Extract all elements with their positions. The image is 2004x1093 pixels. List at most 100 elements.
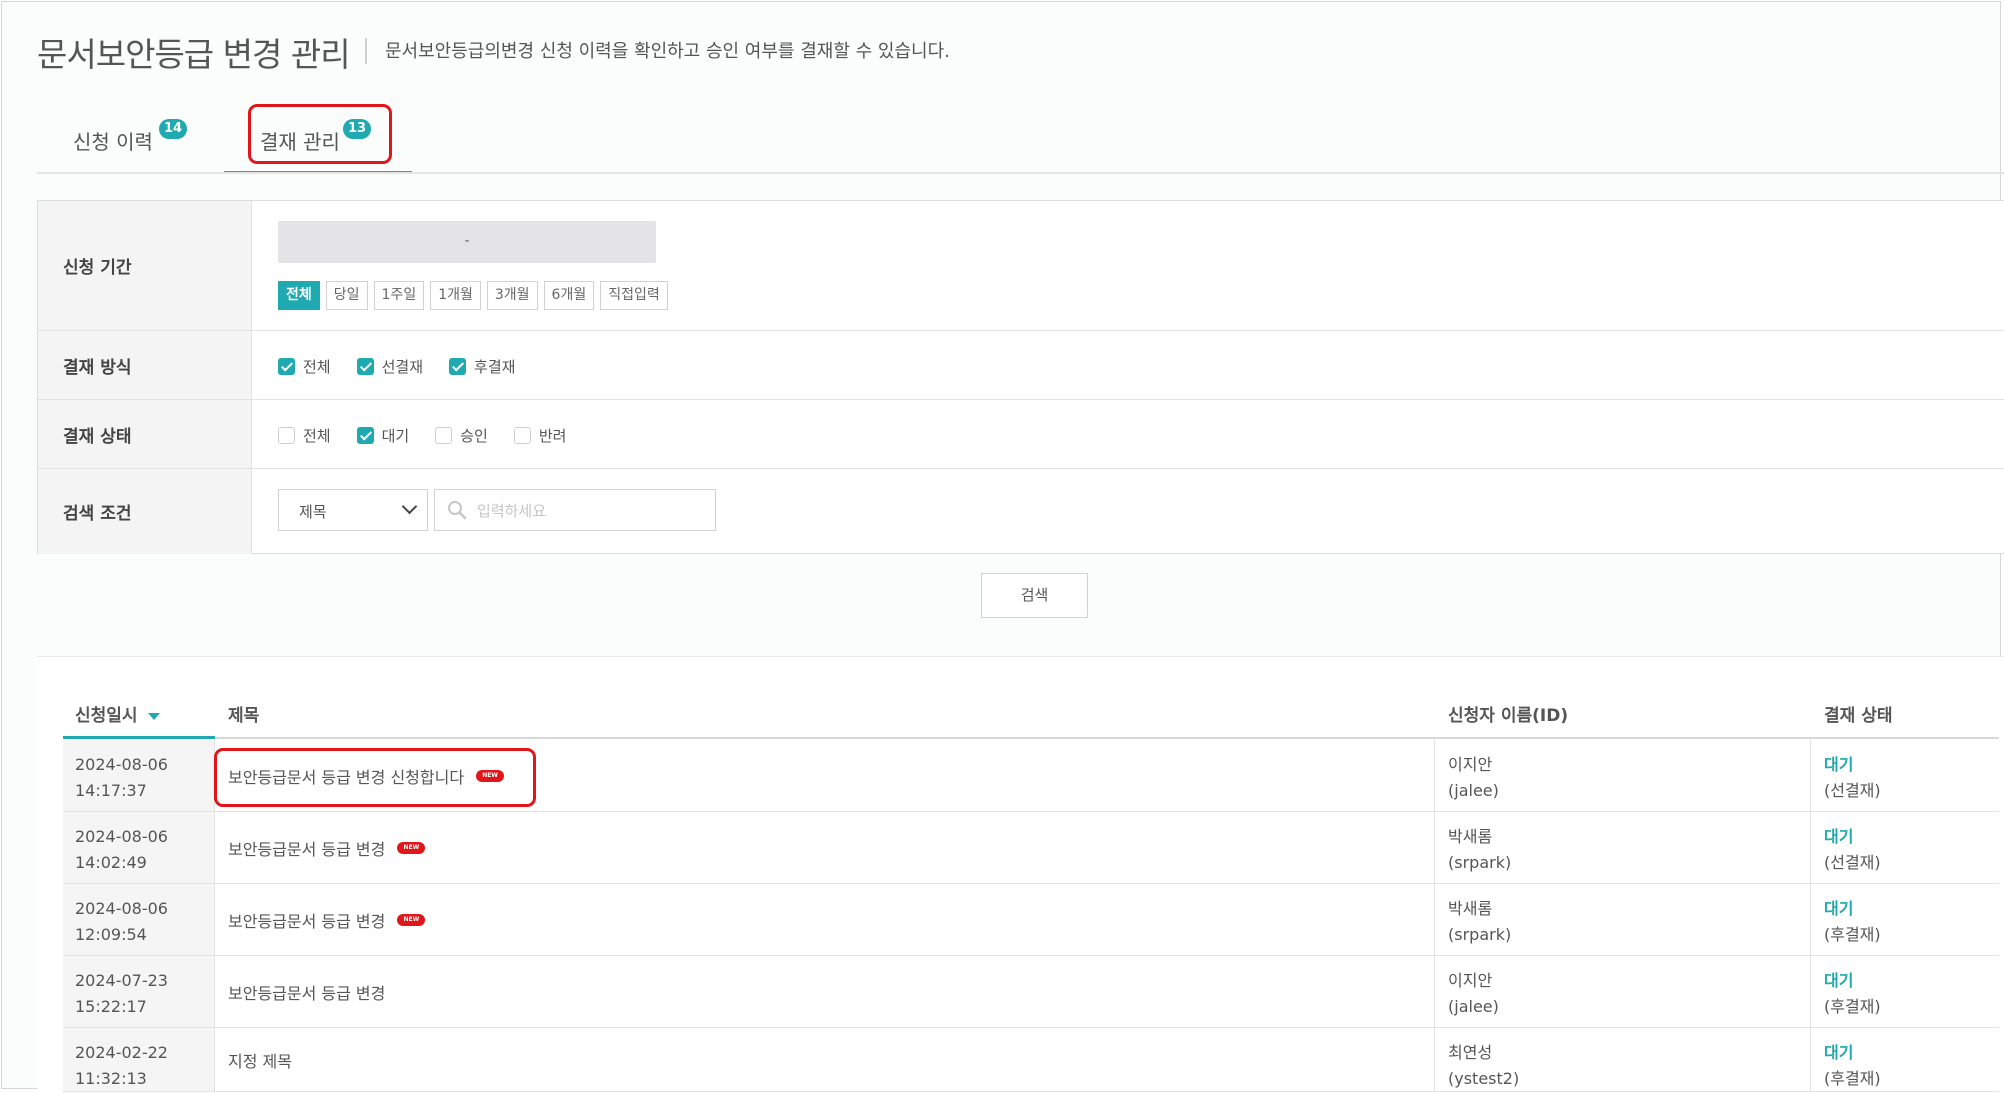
applicant-id: (jalee) [1448, 997, 1499, 1016]
checkbox-unchecked[interactable] [513, 427, 531, 444]
title-link[interactable]: 보안등급문서 등급 변경 [228, 836, 385, 860]
period-button-group: 전체 당일 1주일 1개월 3개월 6개월 직접입력 [278, 281, 668, 310]
filter-row-condition: 검색 조건 제목 [38, 469, 2004, 554]
table-header: 신청일시 제목 신청자 이름(ID) 결재 상태 [63, 683, 1999, 739]
status-cell: 대기 (선결재) [1811, 740, 1999, 811]
method-checkbox-post-approval[interactable]: 후결재 [449, 356, 515, 377]
state-checkbox-rejected[interactable]: 반려 [513, 425, 567, 446]
table-row[interactable]: 2024-08-06 12:09:54 보안등급문서 등급 변경 NEW 박새롬 (s… [63, 884, 1999, 956]
checkbox-label: 전체 [303, 427, 331, 445]
period-button-1-month[interactable]: 1개월 [430, 281, 481, 310]
checkbox-unchecked[interactable] [435, 427, 453, 444]
title-link[interactable]: 보안등급문서 등급 변경 신청합니다 [228, 764, 464, 788]
column-header-status: 결재 상태 [1824, 706, 1893, 726]
method-checkbox-all[interactable]: 전체 [278, 356, 331, 377]
period-button-custom[interactable]: 직접입력 [600, 281, 668, 310]
checkbox-label: 선결재 [381, 358, 424, 376]
tab-approval-management[interactable]: 결재 관리 13 [224, 102, 412, 174]
period-button-today[interactable]: 당일 [325, 281, 368, 310]
date-text: 2024-08-06 [75, 827, 168, 846]
checkbox-checked[interactable] [449, 358, 467, 375]
checkbox-label: 후결재 [474, 358, 516, 376]
period-button-6-months[interactable]: 6개월 [543, 281, 595, 310]
search-input-wrapper [434, 489, 716, 531]
column-header-date[interactable]: 신청일시 [75, 701, 160, 726]
filter-label: 신청 기간 [38, 201, 252, 330]
period-button-1-week[interactable]: 1주일 [373, 281, 425, 310]
title-cell[interactable]: 보안등급문서 등급 변경 NEW [215, 812, 1435, 883]
status-cell: 대기 (후결재) [1811, 956, 1999, 1027]
checkbox-checked[interactable] [356, 427, 374, 444]
chevron-down-icon [401, 498, 418, 515]
applicant-id: (jalee) [1448, 781, 1499, 800]
table-row[interactable]: 2024-08-06 14:02:49 보안등급문서 등급 변경 NEW 박새롬 (s… [63, 812, 1999, 884]
tab-divider [37, 172, 2004, 174]
filter-label: 검색 조건 [38, 469, 252, 554]
table-row[interactable]: 2024-08-06 14:17:37 보안등급문서 등급 변경 신청합니다 NEW… [63, 740, 1999, 812]
search-button[interactable]: 검색 [981, 573, 1088, 618]
applicant-id: (ystest2) [1448, 1069, 1520, 1088]
time-text: 11:32:13 [75, 1069, 147, 1088]
applicant-name: 이지안 [1448, 755, 1493, 774]
checkbox-checked[interactable] [278, 358, 295, 375]
checkbox-label: 대기 [381, 427, 410, 445]
approval-type: (선결재) [1824, 853, 1881, 872]
state-checkbox-all[interactable]: 전체 [278, 425, 331, 446]
state-checkbox-approved[interactable]: 승인 [435, 425, 488, 446]
tab-label: 결재 관리 [260, 130, 340, 154]
new-badge: NEW [476, 769, 505, 782]
title-link[interactable]: 지정 제목 [228, 1048, 292, 1072]
title-cell[interactable]: 보안등급문서 등급 변경 신청합니다 NEW [215, 740, 1435, 811]
tab-request-history[interactable]: 신청 이력 14 [37, 102, 187, 174]
applicant-cell: 최연성 (ystest2) [1435, 1028, 1811, 1091]
applicant-name: 이지안 [1448, 971, 1493, 990]
state-checkbox-group: 전체 대기 승인 반려 [278, 425, 592, 446]
page-description: 문서보안등급의변경 신청 이력을 확인하고 승인 여부를 결재할 수 있습니다. [385, 41, 950, 62]
approval-type: (후결재) [1824, 997, 1881, 1016]
filter-label: 결재 상태 [38, 400, 252, 468]
status-cell: 대기 (후결재) [1811, 1028, 1999, 1091]
time-text: 12:09:54 [75, 925, 147, 944]
applicant-name: 박새롬 [1448, 899, 1493, 918]
status-badge: 대기 [1824, 971, 1854, 990]
select-value: 제목 [299, 503, 327, 521]
date-cell: 2024-08-06 14:02:49 [63, 812, 215, 883]
filter-row-period: 신청 기간 - 전체 당일 1주일 1개월 3개월 6개월 직접입력 [38, 201, 2004, 331]
checkbox-unchecked[interactable] [278, 427, 295, 444]
new-badge: NEW [397, 913, 426, 926]
table-row[interactable]: 2024-02-22 11:32:13 지정 제목 최연성 (ystest2) 대기… [63, 1028, 1999, 1092]
status-badge: 대기 [1824, 899, 1854, 918]
status-badge: 대기 [1824, 755, 1854, 774]
method-checkbox-pre-approval[interactable]: 선결재 [356, 356, 424, 377]
title-cell[interactable]: 보안등급문서 등급 변경 NEW [215, 884, 1435, 955]
table-row[interactable]: 2024-07-23 15:22:17 보안등급문서 등급 변경 이지안 (jale… [63, 956, 1999, 1028]
title-link[interactable]: 보안등급문서 등급 변경 [228, 908, 385, 932]
period-button-3-months[interactable]: 3개월 [486, 281, 538, 310]
checkbox-checked[interactable] [356, 358, 374, 375]
status-cell: 대기 (선결재) [1811, 812, 1999, 883]
sort-down-icon[interactable] [147, 712, 160, 720]
method-checkbox-group: 전체 선결재 후결재 [278, 356, 541, 377]
date-cell: 2024-07-23 15:22:17 [63, 956, 215, 1027]
title-divider [365, 38, 367, 64]
applicant-cell: 이지안 (jalee) [1435, 740, 1811, 811]
date-range-field[interactable]: - [278, 221, 656, 263]
new-badge: NEW [397, 841, 426, 854]
checkbox-label: 반려 [538, 427, 567, 445]
checkbox-label: 승인 [460, 427, 488, 445]
header-divider [63, 737, 1999, 739]
period-button-all[interactable]: 전체 [278, 281, 320, 310]
time-text: 14:02:49 [75, 853, 147, 872]
title-cell[interactable]: 보안등급문서 등급 변경 [215, 956, 1435, 1027]
search-field-select[interactable]: 제목 [278, 489, 428, 531]
page-title: 문서보안등급 변경 관리 [37, 35, 351, 74]
time-text: 14:17:37 [75, 781, 147, 800]
applicant-id: (srpark) [1448, 925, 1512, 944]
filter-row-method: 결재 방식 전체 선결재 후결재 [38, 331, 2004, 400]
date-text: 2024-08-06 [75, 755, 168, 774]
title-cell[interactable]: 지정 제목 [215, 1028, 1435, 1091]
search-input[interactable] [475, 496, 709, 526]
title-link[interactable]: 보안등급문서 등급 변경 [228, 980, 385, 1004]
status-cell: 대기 (후결재) [1811, 884, 1999, 955]
state-checkbox-pending[interactable]: 대기 [356, 425, 410, 446]
